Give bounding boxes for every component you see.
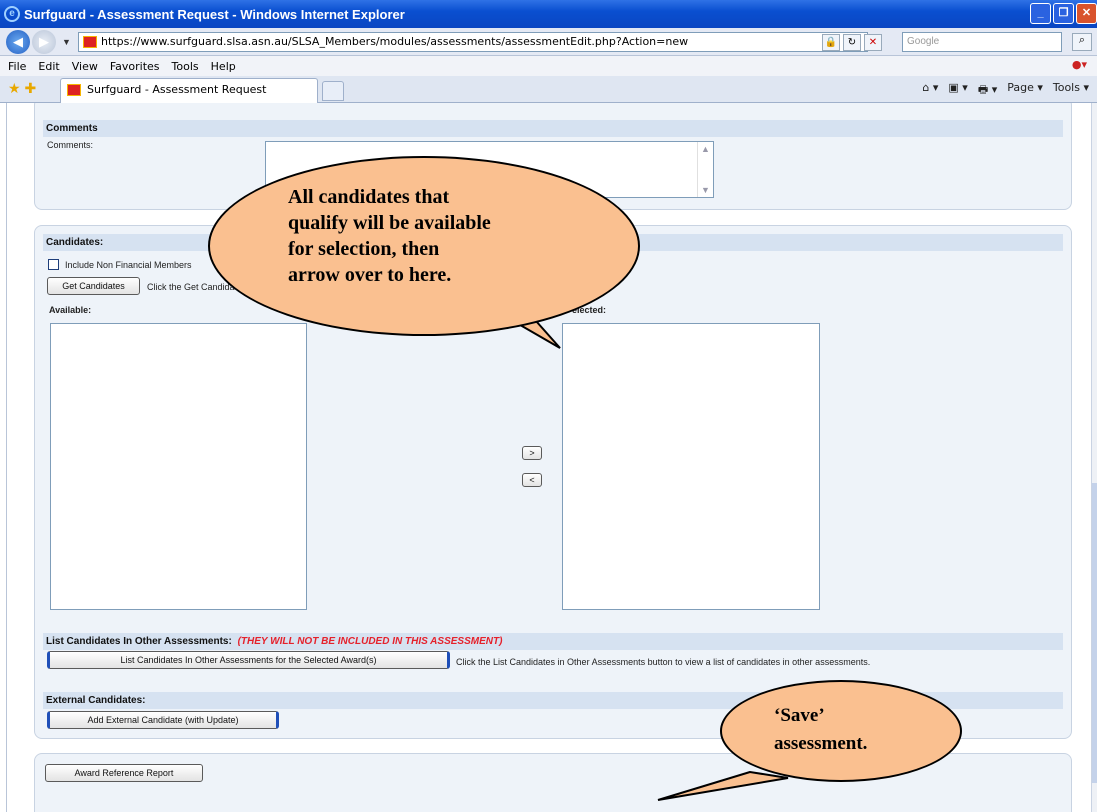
candidates-callout-line2: qualify will be available xyxy=(288,212,491,234)
new-tab-button[interactable] xyxy=(322,81,344,101)
tab-bar: ★ ✚ Surfguard - Assessment Request ⌂ ▾ ▣… xyxy=(0,76,1097,103)
address-actions: 🔒 ↻ ✕ xyxy=(822,34,882,51)
window-title: Surfguard - Assessment Request - Windows… xyxy=(24,6,405,22)
save-callout-line2: assessment. xyxy=(774,733,868,754)
print-icon[interactable]: 🖶 ▾ xyxy=(978,81,997,100)
page-menu[interactable]: Page ▾ xyxy=(1007,81,1043,100)
comments-label: Comments: xyxy=(47,140,94,150)
tab-assessment-request[interactable]: Surfguard - Assessment Request xyxy=(60,78,318,103)
page-border xyxy=(6,103,7,812)
include-nonfinancial-label: Include Non Financial Members xyxy=(65,260,192,270)
command-bar: ⌂ ▾ ▣ ▾ 🖶 ▾ Page ▾ Tools ▾ xyxy=(922,81,1089,100)
list-other-assessments-button[interactable]: List Candidates In Other Assessments for… xyxy=(47,651,450,669)
other-assessments-warning: (THEY WILL NOT BE INCLUDED IN THIS ASSES… xyxy=(237,636,503,647)
back-button[interactable]: ◀ xyxy=(6,29,30,54)
candidates-callout-line4: arrow over to here. xyxy=(288,264,452,286)
stop-icon[interactable]: ✕ xyxy=(864,34,882,51)
favorites-star-icon[interactable]: ★ ✚ xyxy=(8,80,36,97)
other-assessments-title: List Candidates In Other Assessments: xyxy=(46,636,232,647)
menu-file[interactable]: File xyxy=(8,60,26,73)
forward-button[interactable]: ▶ xyxy=(32,29,56,54)
menu-view[interactable]: View xyxy=(72,60,98,73)
menu-tools[interactable]: Tools xyxy=(172,60,199,73)
save-callout-line1: ‘Save’ xyxy=(774,705,825,726)
list-other-assessments-hint: Click the List Candidates in Other Asses… xyxy=(456,657,871,667)
comments-header: Comments xyxy=(43,120,1063,137)
ie-logo-icon: e xyxy=(4,6,20,22)
page-scrollbar-thumb[interactable] xyxy=(1092,483,1097,783)
candidates-callout: All candidates that qualify will be avai… xyxy=(208,156,640,336)
tab-label: Surfguard - Assessment Request xyxy=(87,83,267,96)
textarea-scrollbar[interactable]: ▲ ▼ xyxy=(697,142,713,197)
menu-bar: File Edit View Favorites Tools Help ●▾ xyxy=(0,56,1097,76)
menu-help[interactable]: Help xyxy=(211,60,236,73)
search-input[interactable]: Google xyxy=(902,32,1062,52)
window-controls: _ ❐ ✕ xyxy=(1030,3,1097,24)
search-icon[interactable]: ⌕ xyxy=(1072,33,1092,51)
candidates-callout-line1: All candidates that xyxy=(288,186,450,208)
available-listbox[interactable] xyxy=(50,323,307,610)
add-external-candidate-button[interactable]: Add External Candidate (with Update) xyxy=(47,711,279,729)
close-button[interactable]: ✕ xyxy=(1076,3,1097,24)
available-label: Available: xyxy=(49,305,92,315)
get-candidates-button[interactable]: Get Candidates xyxy=(47,277,140,295)
other-assessments-header: List Candidates In Other Assessments: (T… xyxy=(43,633,1063,650)
feeds-icon[interactable]: ▣ ▾ xyxy=(948,81,967,100)
refresh-icon[interactable]: ↻ xyxy=(843,34,861,51)
window-titlebar: e Surfguard - Assessment Request - Windo… xyxy=(0,0,1097,28)
menu-edit[interactable]: Edit xyxy=(38,60,59,73)
menu-favorites[interactable]: Favorites xyxy=(110,60,160,73)
home-icon[interactable]: ⌂ ▾ xyxy=(922,81,938,100)
minimize-button[interactable]: _ xyxy=(1030,3,1051,24)
move-right-button[interactable]: > xyxy=(522,446,542,460)
tab-favicon-icon xyxy=(67,84,81,96)
address-bar-row: ◀ ▶ ▼ https://www.surfguard.slsa.asn.au/… xyxy=(0,28,1097,56)
translate-icon[interactable]: ●▾ xyxy=(1072,58,1087,71)
url-text: https://www.surfguard.slsa.asn.au/SLSA_M… xyxy=(101,35,689,48)
save-callout: ‘Save’ assessment. xyxy=(720,680,962,782)
address-input[interactable]: https://www.surfguard.slsa.asn.au/SLSA_M… xyxy=(78,32,868,52)
scroll-down-icon[interactable]: ▼ xyxy=(701,185,710,195)
candidates-callout-line3: for selection, then xyxy=(288,238,440,260)
scroll-up-icon[interactable]: ▲ xyxy=(701,144,710,154)
award-reference-report-button[interactable]: Award Reference Report xyxy=(45,764,203,782)
selected-listbox[interactable] xyxy=(562,323,820,610)
move-left-button[interactable]: < xyxy=(522,473,542,487)
lock-icon[interactable]: 🔒 xyxy=(822,34,840,51)
tools-menu[interactable]: Tools ▾ xyxy=(1053,81,1089,100)
history-dropdown-icon[interactable]: ▼ xyxy=(62,37,71,47)
site-favicon-icon xyxy=(83,36,97,48)
page-scrollbar[interactable] xyxy=(1091,103,1097,812)
maximize-button[interactable]: ❐ xyxy=(1053,3,1074,24)
include-nonfinancial-checkbox[interactable] xyxy=(48,259,59,270)
